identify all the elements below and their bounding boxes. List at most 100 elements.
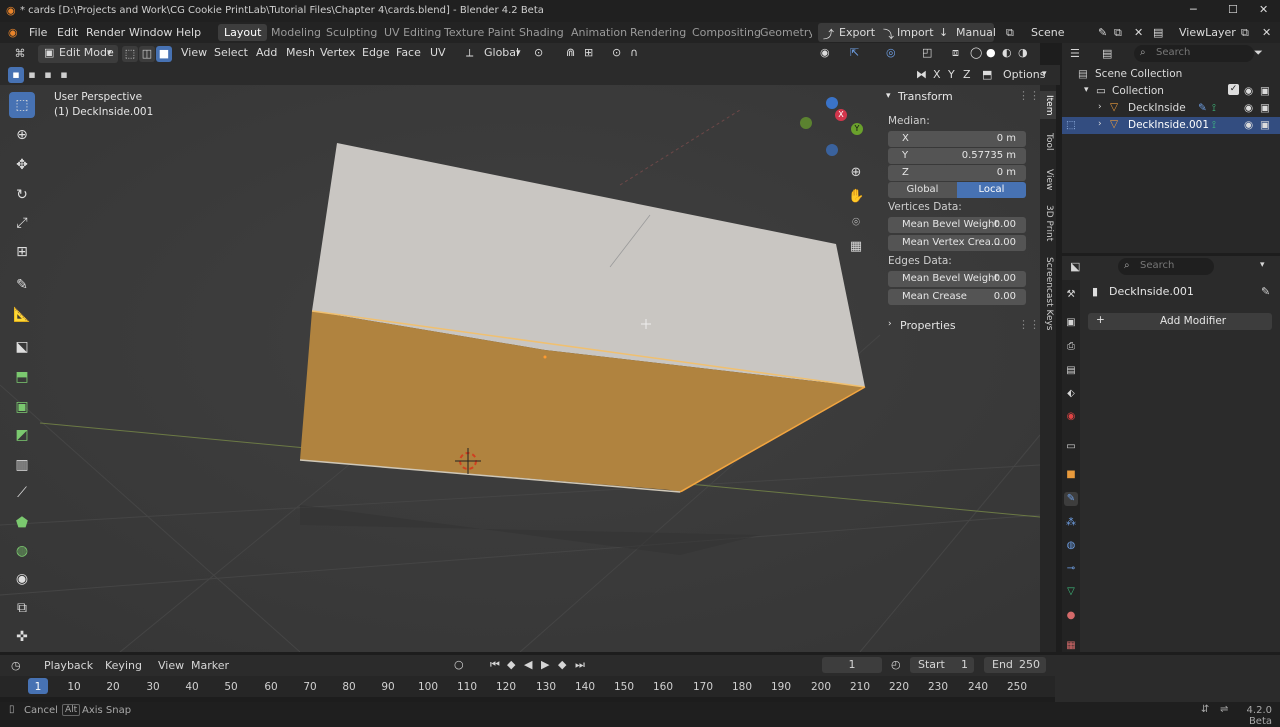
chevron-right-icon[interactable]: › bbox=[1098, 102, 1102, 112]
transform-tool-icon[interactable]: ⊞ bbox=[9, 239, 35, 265]
new-scene-icon[interactable]: ⧉ bbox=[1114, 26, 1122, 40]
pivot-icon[interactable]: ⊙ bbox=[534, 46, 543, 59]
options-menu[interactable]: Options bbox=[1003, 68, 1045, 81]
menu-render[interactable]: Render bbox=[86, 26, 125, 39]
timeline-menu-keying[interactable]: Keying bbox=[105, 659, 142, 672]
gizmo-z-axis[interactable] bbox=[826, 97, 838, 109]
tab-tool[interactable]: Tool bbox=[1042, 133, 1054, 150]
ortho-grid-icon[interactable]: ▦ bbox=[848, 239, 864, 255]
play-reverse-icon[interactable]: ◀ bbox=[524, 658, 532, 671]
gizmo-neg-y-axis[interactable] bbox=[800, 117, 812, 129]
jump-keyframe-forward-icon[interactable]: ◆ bbox=[558, 658, 566, 671]
overlay-toggle-icon[interactable]: ◎ bbox=[886, 46, 896, 59]
zoom-icon[interactable]: ⊕ bbox=[848, 165, 864, 181]
header-menu-view[interactable]: View bbox=[181, 46, 207, 59]
spin-tool-icon[interactable]: ◍ bbox=[9, 538, 35, 564]
maximize-button[interactable]: ☐ bbox=[1228, 3, 1238, 16]
object-tab-icon[interactable]: ■ bbox=[1064, 468, 1078, 482]
mirror-z-toggle[interactable]: Z bbox=[963, 68, 971, 81]
select-extend-icon[interactable]: ▪ bbox=[24, 67, 40, 83]
solid-shading-icon[interactable]: ● bbox=[986, 46, 996, 59]
mesh-overlay-icon[interactable]: ◰ bbox=[922, 46, 932, 59]
tab-3d-print[interactable]: 3D Print bbox=[1042, 205, 1054, 241]
header-menu-edge[interactable]: Edge bbox=[362, 46, 390, 59]
import-button[interactable]: Import bbox=[897, 26, 934, 39]
header-menu-mesh[interactable]: Mesh bbox=[286, 46, 315, 59]
material-tab-icon[interactable]: ● bbox=[1064, 609, 1078, 623]
gizmo-toggle-icon[interactable]: ⇱ bbox=[850, 46, 859, 59]
workspace-tab-texture-paint[interactable]: Texture Paint bbox=[444, 26, 515, 39]
mesh-data-icon[interactable]: ⟟ bbox=[1212, 119, 1216, 132]
chevron-right-icon[interactable]: › bbox=[1098, 119, 1102, 129]
edit-mode-indicator-icon[interactable]: ⬚ bbox=[1066, 119, 1076, 131]
xray-icon[interactable]: ⧈ bbox=[952, 46, 959, 60]
tab-item[interactable]: Item bbox=[1042, 95, 1054, 116]
workspace-tab-compositing[interactable]: Compositing bbox=[692, 26, 761, 39]
menu-window[interactable]: Window bbox=[129, 26, 172, 39]
end-frame-field[interactable]: End 250 bbox=[984, 657, 1046, 673]
bevel-tool-icon[interactable]: ◩ bbox=[9, 422, 35, 448]
material-shading-icon[interactable]: ◐ bbox=[1002, 46, 1012, 59]
view-layer-tab-icon[interactable]: ▤ bbox=[1064, 364, 1078, 378]
properties-panel-header[interactable]: Properties bbox=[900, 319, 956, 332]
menu-file[interactable]: File bbox=[29, 26, 47, 39]
edge-select-icon[interactable]: ◫ bbox=[139, 46, 155, 62]
workspace-tab-sculpting[interactable]: Sculpting bbox=[326, 26, 377, 39]
modifier-tab-icon[interactable]: ✎ bbox=[1064, 492, 1078, 506]
properties-search-input[interactable]: ⌕ Search bbox=[1118, 258, 1214, 275]
camera-icon[interactable]: ▣ bbox=[1260, 102, 1270, 114]
orientation-selector[interactable]: Global bbox=[484, 46, 519, 59]
menu-help[interactable]: Help bbox=[176, 26, 201, 39]
select-intersect-icon[interactable]: ▪ bbox=[56, 67, 72, 83]
camera-icon[interactable]: ▣ bbox=[1260, 119, 1270, 131]
timeline-menu-playback[interactable]: Playback bbox=[44, 659, 93, 672]
outliner-search-input[interactable]: ⌕ Search bbox=[1134, 45, 1254, 62]
camera-icon[interactable]: ⌾ bbox=[848, 215, 864, 231]
workspace-tab-uv-editing[interactable]: UV Editing bbox=[384, 26, 441, 39]
pin-icon[interactable]: ✎ bbox=[1261, 285, 1270, 298]
checkbox-icon[interactable]: ✓ bbox=[1228, 84, 1239, 95]
snap-icon[interactable]: ⋒ bbox=[566, 46, 575, 59]
workspace-tab-layout[interactable]: Layout bbox=[218, 24, 268, 41]
smooth-tool-icon[interactable]: ◉ bbox=[9, 566, 35, 592]
move-tool-icon[interactable]: ✥ bbox=[9, 152, 35, 178]
tab-view[interactable]: View bbox=[1042, 169, 1054, 190]
scene-tab-icon[interactable]: ⬖ bbox=[1064, 387, 1078, 401]
mirror-x-toggle[interactable]: X bbox=[933, 68, 941, 81]
falloff-icon[interactable]: ∩ bbox=[630, 46, 638, 59]
rendered-shading-icon[interactable]: ◑ bbox=[1018, 46, 1028, 59]
minimize-button[interactable]: ─ bbox=[1190, 3, 1197, 16]
outliner-row-scene-collection[interactable]: ▤ Scene Collection bbox=[1062, 66, 1280, 83]
timeline-menu-view[interactable]: View bbox=[158, 659, 184, 672]
current-frame-field[interactable]: 1 bbox=[822, 657, 882, 673]
view-layer-selector[interactable]: ViewLayer bbox=[1179, 26, 1236, 39]
chevron-down-icon[interactable]: ▾ bbox=[886, 91, 891, 101]
mean-vertex-crease-field[interactable]: Mean Vertex Crea... 0.00 bbox=[888, 235, 1026, 251]
header-menu-uv[interactable]: UV bbox=[430, 46, 446, 59]
stopwatch-icon[interactable]: ◴ bbox=[891, 658, 901, 671]
tab-screencast-keys[interactable]: Screencast Keys bbox=[1042, 257, 1054, 331]
menu-edit[interactable]: Edit bbox=[57, 26, 78, 39]
jump-start-icon[interactable]: ⏮ bbox=[490, 658, 500, 672]
header-menu-select[interactable]: Select bbox=[214, 46, 248, 59]
mean-crease-field[interactable]: Mean Crease 0.00 bbox=[888, 289, 1026, 305]
texture-tab-icon[interactable]: ▦ bbox=[1064, 639, 1078, 653]
select-new-icon[interactable]: ▪ bbox=[8, 67, 24, 83]
median-z-field[interactable]: Z 0 m bbox=[888, 165, 1026, 181]
header-menu-vertex[interactable]: Vertex bbox=[320, 46, 355, 59]
topology-mirror-icon[interactable]: ⬒ bbox=[982, 68, 992, 81]
mean-bevel-weight-vertex-field[interactable]: Mean Bevel Weight 0.00 bbox=[888, 217, 1026, 233]
auto-keying-icon[interactable]: ○ bbox=[454, 658, 464, 671]
remove-scene-icon[interactable]: ✕ bbox=[1134, 26, 1143, 39]
new-view-layer-icon[interactable]: ⧉ bbox=[1241, 26, 1249, 40]
output-tab-icon[interactable]: ⎙ bbox=[1064, 340, 1078, 354]
add-modifier-button[interactable]: + Add Modifier bbox=[1088, 313, 1272, 330]
pan-hand-icon[interactable]: ✋ bbox=[848, 189, 864, 205]
play-icon[interactable]: ▶ bbox=[541, 658, 549, 671]
select-box-icon[interactable]: ⬚ bbox=[9, 92, 35, 118]
eye-icon[interactable]: ◉ bbox=[1244, 85, 1253, 97]
loop-cut-tool-icon[interactable]: ▥ bbox=[9, 452, 35, 478]
mean-bevel-weight-edge-field[interactable]: Mean Bevel Weight 0.00 bbox=[888, 271, 1026, 287]
collection-tab-icon[interactable]: ▭ bbox=[1064, 440, 1078, 454]
pin-icon[interactable]: ✎ bbox=[1098, 26, 1107, 39]
